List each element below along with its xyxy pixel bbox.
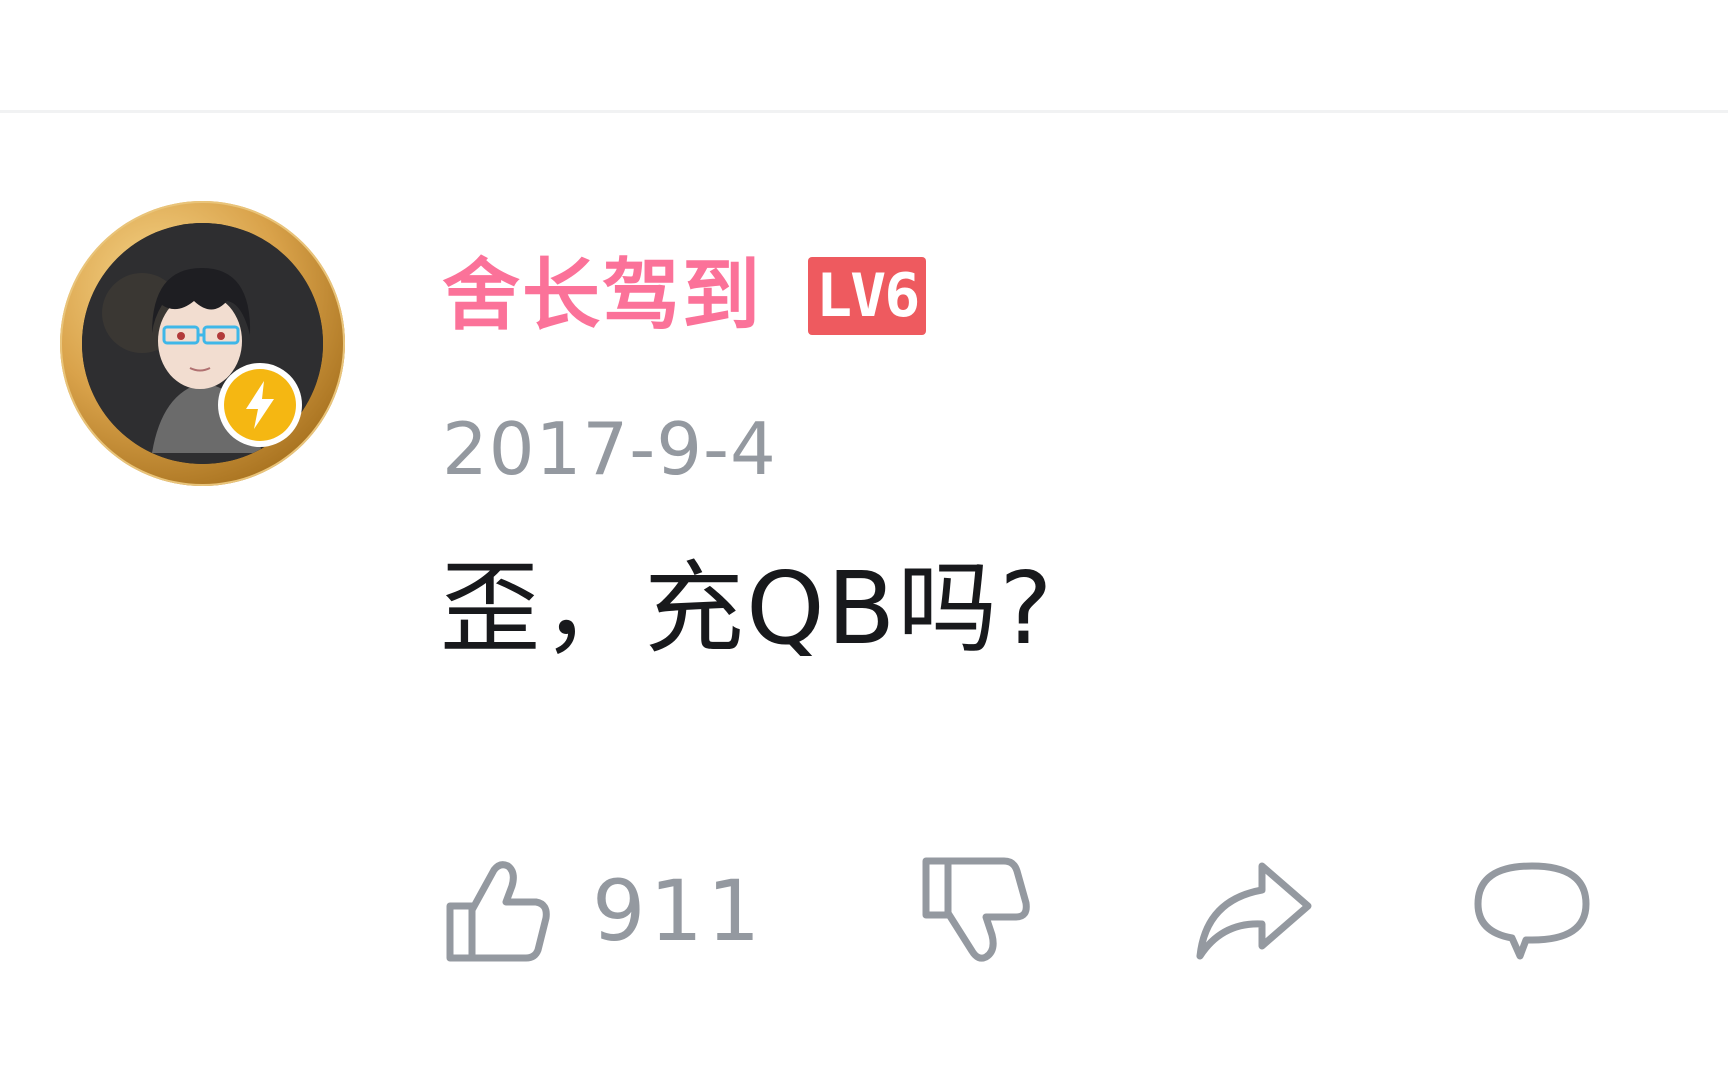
comment-actions: 911	[442, 841, 1642, 981]
reply-button[interactable]	[1470, 841, 1594, 981]
comment-page: 舍长驾到 LV6 2017-9-4 歪，充QB吗? 911	[0, 0, 1728, 1080]
username[interactable]: 舍长驾到	[442, 257, 762, 335]
vip-badge	[218, 363, 302, 447]
avatar[interactable]	[60, 201, 345, 486]
level-badge: LV6	[808, 257, 927, 335]
comment-text: 歪，充QB吗?	[440, 550, 1055, 667]
comment-item: 舍长驾到 LV6 2017-9-4 歪，充QB吗? 911	[0, 113, 1728, 1080]
share-icon	[1192, 856, 1316, 966]
thumbs-up-icon	[442, 856, 552, 966]
like-count: 911	[592, 862, 765, 960]
top-area	[0, 0, 1728, 110]
reply-bubble-icon	[1470, 856, 1594, 966]
lightning-icon	[224, 369, 296, 441]
thumbs-down-icon	[920, 853, 1036, 969]
level-label: LV6	[816, 261, 920, 331]
like-button[interactable]: 911	[442, 841, 764, 981]
share-button[interactable]	[1192, 841, 1316, 981]
username-row: 舍长驾到 LV6	[442, 241, 927, 351]
comment-date: 2017-9-4	[442, 407, 777, 491]
dislike-button[interactable]	[920, 841, 1036, 981]
